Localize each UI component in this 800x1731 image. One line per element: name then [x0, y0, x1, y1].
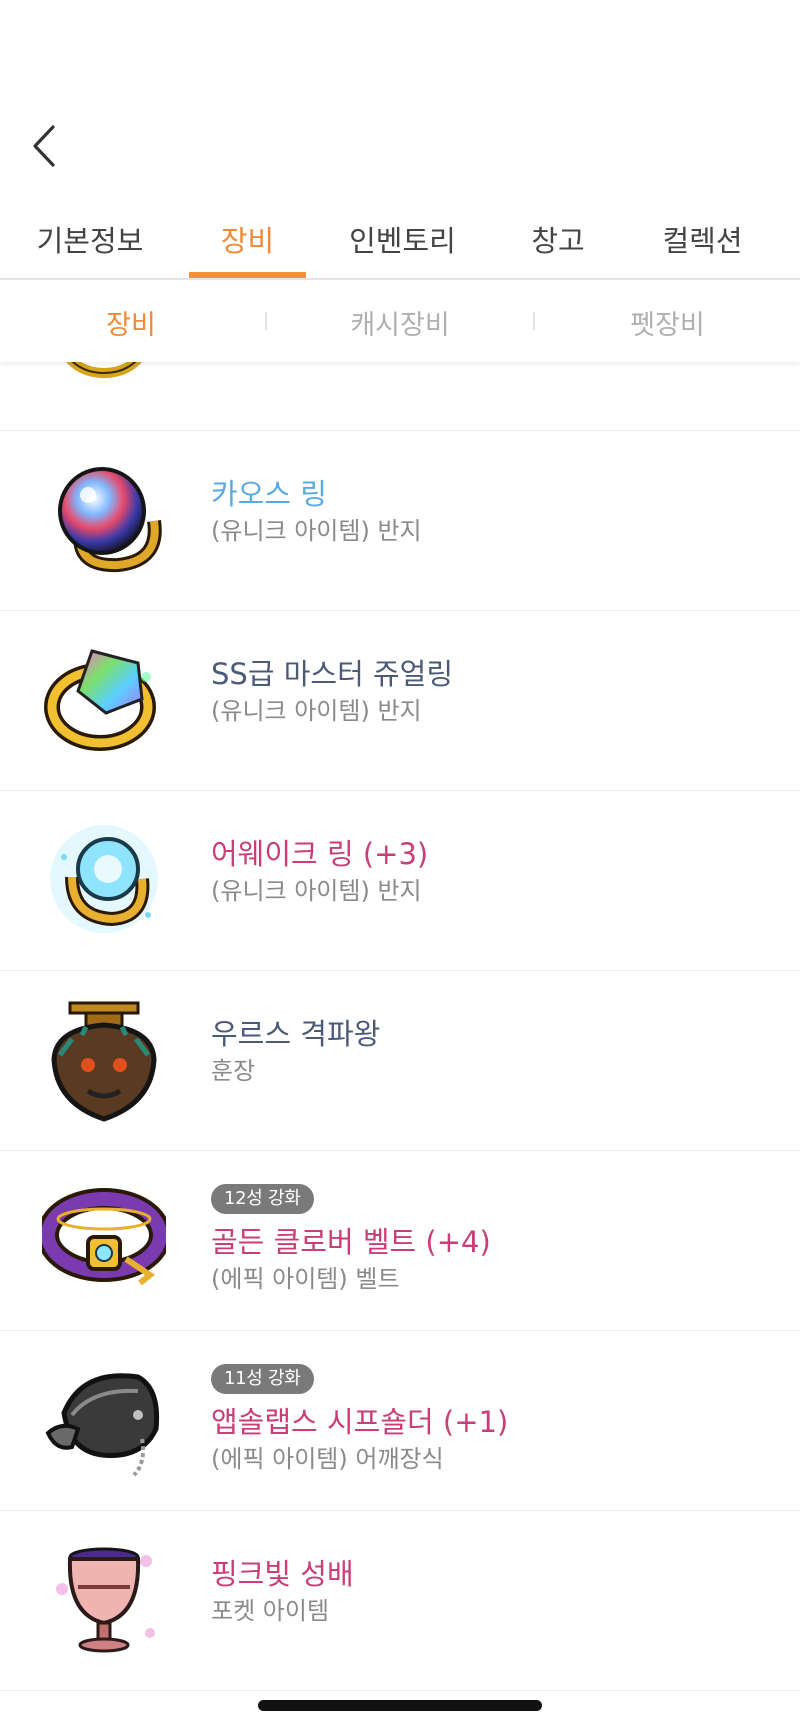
item-name: 카오스 링: [211, 477, 327, 511]
equipment-list: (에픽 아이템) 반지: [0, 362, 800, 1731]
ring-icon: [66, 362, 142, 378]
enhancement-badge: 11성 강화: [211, 1364, 314, 1394]
item-type: (에픽 아이템) 어깨장식: [211, 1445, 444, 1473]
list-item[interactable]: 핑크빛 성배 포켓 아이템: [0, 1511, 800, 1691]
subtab-equipment[interactable]: 장비: [42, 282, 220, 362]
list-item[interactable]: 어웨이크 링 (+3) (유니크 아이템) 반지: [0, 791, 800, 971]
item-type: (유니크 아이템) 반지: [211, 877, 422, 905]
list-item[interactable]: (에픽 아이템) 반지: [0, 362, 800, 431]
medal-icon: [51, 1001, 157, 1122]
back-button[interactable]: [22, 118, 66, 174]
screen: 기본정보 장비 인벤토리 창고 컬렉션 장비 캐시장비 펫장비 (에픽 아이템)…: [0, 0, 800, 1731]
tab-storage[interactable]: 창고: [505, 202, 611, 280]
tab-inventory[interactable]: 인벤토리: [330, 202, 475, 280]
chalice-icon: [56, 1547, 155, 1653]
item-type: (에픽 아이템) 반지: [211, 362, 400, 365]
item-name: SS급 마스터 쥬얼링: [211, 657, 454, 691]
item-type: (유니크 아이템) 반지: [211, 517, 422, 545]
tab-equipment[interactable]: 장비: [189, 202, 306, 280]
item-type: 포켓 아이템: [211, 1597, 330, 1625]
subtab-divider: [533, 312, 535, 330]
subtab-divider: [265, 312, 267, 330]
shoulder-icon: [45, 1373, 160, 1477]
item-name: 앱솔랩스 시프숄더 (+1): [211, 1405, 509, 1439]
main-tab-bar: 기본정보 장비 인벤토리 창고 컬렉션: [0, 202, 800, 280]
item-name: 어웨이크 링 (+3): [211, 837, 429, 871]
subtab-cash-equipment[interactable]: 캐시장비: [310, 282, 490, 362]
list-item[interactable]: 우르스 격파왕 훈장: [0, 971, 800, 1151]
home-indicator[interactable]: [258, 1700, 542, 1711]
list-item[interactable]: SS급 마스터 쥬얼링 (유니크 아이템) 반지: [0, 611, 800, 791]
chaos-ring-icon: [58, 467, 162, 573]
item-type: (에픽 아이템) 벨트: [211, 1265, 400, 1293]
item-name: 핑크빛 성배: [211, 1557, 354, 1591]
subtab-pet-equipment[interactable]: 펫장비: [580, 282, 755, 362]
list-item[interactable]: 11성 강화 앱솔랩스 시프숄더 (+1) (에픽 아이템) 어깨장식: [0, 1331, 800, 1511]
sub-tab-bar: 장비 캐시장비 펫장비: [0, 282, 800, 362]
list-item[interactable]: 12성 강화 골든 클로버 벨트 (+4) (에픽 아이템) 벨트: [0, 1151, 800, 1331]
item-name: 골든 클로버 벨트 (+4): [211, 1225, 491, 1259]
belt-icon: [42, 1188, 166, 1286]
active-tab-indicator: [189, 272, 306, 278]
tab-collection[interactable]: 컬렉션: [640, 202, 765, 280]
item-name: 우르스 격파왕: [211, 1017, 381, 1051]
chevron-left-icon: [33, 125, 55, 167]
item-type: (유니크 아이템) 반지: [211, 697, 422, 725]
list-item[interactable]: 카오스 링 (유니크 아이템) 반지: [0, 431, 800, 611]
tab-basic-info[interactable]: 기본정보: [20, 202, 160, 280]
item-type: 훈장: [211, 1057, 256, 1085]
awake-ring-icon: [50, 825, 158, 933]
jewel-ring-icon: [44, 649, 156, 751]
enhancement-badge: 12성 강화: [211, 1184, 314, 1214]
